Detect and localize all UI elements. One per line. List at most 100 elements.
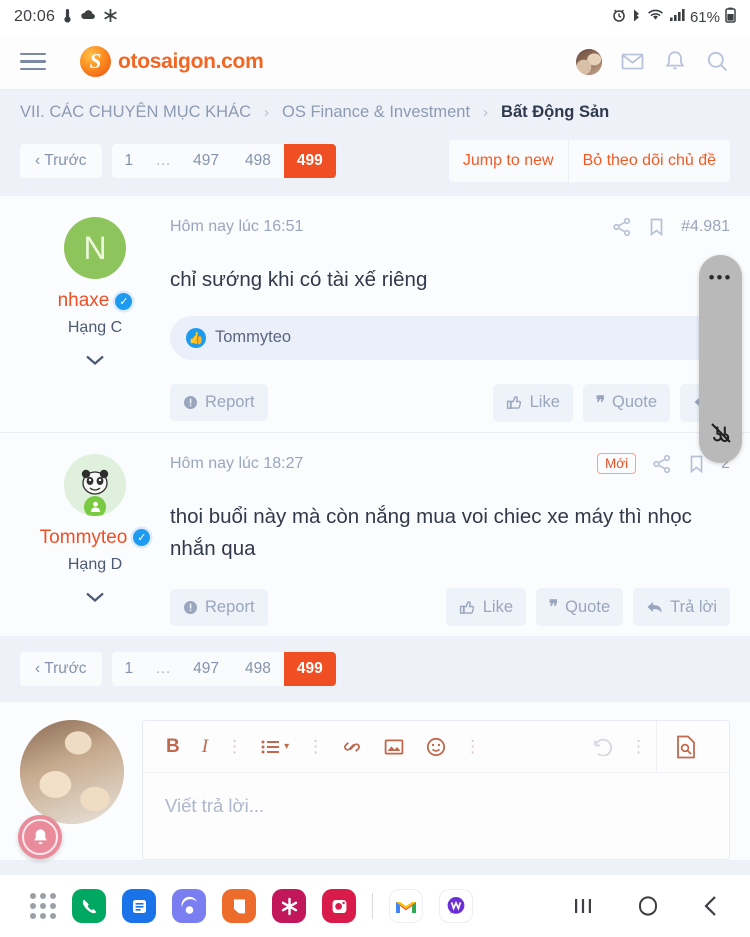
post-author-name[interactable]: Tommyteo ✓	[20, 527, 170, 549]
pagination-page-active[interactable]: 499	[283, 144, 336, 178]
post-actions: Report Like ❞ Quote	[170, 383, 730, 422]
pagination-prev-button[interactable]: ‹ Trước	[20, 652, 102, 687]
breadcrumb-item-0[interactable]: VII. CÁC CHUYÊN MỤC KHÁC	[20, 103, 251, 122]
post-author-rank: Hạng D	[67, 555, 123, 573]
puppies-photo-avatar	[20, 720, 124, 825]
pagination-top: ‹ Trước 1 … 497 498 499 Jump to new Bỏ t…	[0, 134, 750, 196]
camera-app-icon[interactable]	[322, 889, 356, 923]
quote-button[interactable]: ❞ Quote	[536, 588, 624, 627]
undo-icon[interactable]	[582, 733, 621, 760]
reply-editor[interactable]: B I ⋮ ▾ ⋮ ⋮ ⋮ Viết trả lời...	[142, 720, 730, 861]
panda-photo-avatar[interactable]	[64, 453, 126, 516]
status-bar: 20:06 61%	[0, 0, 750, 34]
reply-editor-area: B I ⋮ ▾ ⋮ ⋮ ⋮ Viết trả lời...	[0, 702, 750, 861]
post-author-name[interactable]: nhaxe ✓	[20, 290, 170, 312]
app-drawer-icon[interactable]	[30, 893, 56, 919]
thread-actions: Jump to new Bỏ theo dõi chủ đề	[448, 140, 730, 182]
bixby-app-icon[interactable]	[172, 889, 206, 923]
pagination-page-1[interactable]: 1	[111, 652, 147, 687]
hamburger-menu-icon[interactable]	[20, 52, 46, 71]
unwatch-thread-button[interactable]: Bỏ theo dõi chủ đề	[567, 140, 730, 182]
phone-app-icon[interactable]	[72, 889, 106, 923]
status-bar-right: 61%	[612, 7, 736, 27]
reaction-names: Tommyteo	[215, 328, 292, 347]
post-timestamp: Hôm nay lúc 16:51	[170, 218, 304, 235]
header-actions	[576, 48, 730, 75]
pagination-bottom: ‹ Trước 1 … 497 498 499	[0, 636, 750, 703]
reply-input-placeholder[interactable]: Viết trả lời...	[143, 773, 729, 839]
pagination-page-498[interactable]: 498	[232, 652, 284, 687]
post-number[interactable]: #4.981	[681, 218, 730, 236]
more-text-options-icon[interactable]: ⋮	[221, 737, 248, 757]
breadcrumb-item-1[interactable]: OS Finance & Investment	[282, 103, 470, 122]
pagination-page-1[interactable]: 1	[111, 144, 147, 178]
bluetooth-icon	[631, 8, 642, 27]
search-icon[interactable]	[705, 49, 730, 74]
notification-bell-icon	[22, 819, 58, 855]
thumbs-up-icon: 👍	[186, 327, 206, 348]
editor-toolbar-right: ⋮	[582, 733, 652, 760]
verified-badge-icon: ✓	[133, 529, 151, 547]
notes-app-icon[interactable]	[222, 889, 256, 923]
insert-image-button[interactable]	[375, 734, 413, 760]
thermometer-icon	[62, 8, 73, 27]
pagination-prev-button[interactable]: ‹ Trước	[20, 144, 102, 178]
like-button[interactable]: Like	[492, 383, 573, 422]
chevron-down-icon[interactable]	[20, 353, 170, 370]
post-actions-right: Like ❞ Quote Trả lời	[445, 588, 730, 627]
pagination-page-497[interactable]: 497	[180, 144, 233, 178]
mute-sound-icon[interactable]	[708, 420, 734, 451]
quote-label: Quote	[612, 393, 657, 412]
jump-to-new-button[interactable]: Jump to new	[448, 140, 568, 182]
post-author-sidebar: Tommyteo ✓ Hạng D	[20, 451, 170, 637]
preview-document-icon[interactable]	[656, 721, 715, 773]
samsung-internet-app-icon[interactable]	[272, 889, 306, 923]
chevron-right-icon: ›	[264, 103, 270, 121]
more-list-options-icon[interactable]: ⋮	[302, 737, 329, 757]
otosaigon-logo-icon: S	[80, 46, 111, 77]
bottom-dock	[0, 875, 750, 937]
bookmark-icon[interactable]	[648, 217, 665, 237]
share-icon[interactable]	[652, 454, 672, 474]
insert-link-button[interactable]	[333, 733, 371, 761]
back-button[interactable]	[702, 894, 720, 918]
chat-app-icon[interactable]	[439, 889, 473, 923]
bell-icon[interactable]	[663, 49, 687, 74]
messages-app-icon[interactable]	[122, 889, 156, 923]
post-item: N nhaxe ✓ Hạng C Hôm nay lúc 16:51 #4.98…	[0, 196, 750, 432]
home-button[interactable]	[636, 895, 660, 917]
drag-handle-dots-icon[interactable]: •••	[709, 269, 733, 286]
more-editor-options-icon[interactable]: ⋮	[625, 737, 652, 757]
mail-icon[interactable]	[620, 49, 645, 74]
recents-button[interactable]	[572, 896, 594, 916]
site-logo[interactable]: S otosaigon.com	[80, 46, 264, 77]
quote-button[interactable]: ❞ Quote	[582, 383, 670, 422]
user-avatar[interactable]	[576, 48, 602, 75]
insert-emoji-button[interactable]	[417, 733, 455, 761]
more-insert-options-icon[interactable]: ⋮	[459, 737, 486, 757]
floating-notification-button[interactable]	[18, 815, 62, 859]
gmail-app-icon[interactable]	[389, 889, 423, 923]
pagination-page-498[interactable]: 498	[232, 144, 284, 178]
report-button[interactable]: Report	[170, 588, 268, 626]
report-button[interactable]: Report	[170, 384, 268, 422]
like-button[interactable]: Like	[445, 588, 527, 627]
reply-button[interactable]: Trả lời	[633, 588, 730, 627]
post-meta: Hôm nay lúc 18:27 Mới 2	[170, 451, 730, 477]
italic-button[interactable]: I	[193, 732, 217, 762]
letter-avatar[interactable]: N	[64, 217, 126, 279]
site-header: S otosaigon.com	[0, 34, 750, 90]
list-dropdown-button[interactable]: ▾	[252, 735, 298, 759]
author-username: nhaxe	[57, 290, 110, 311]
pagination-page-active[interactable]: 499	[283, 652, 336, 687]
floating-recorder-widget[interactable]: •••	[699, 255, 742, 463]
share-icon[interactable]	[612, 217, 632, 237]
post-body: Hôm nay lúc 18:27 Mới 2 thoi buổi này mà…	[170, 451, 730, 637]
post-text: thoi buổi này mà còn nắng mua voi chiec …	[170, 504, 692, 560]
chevron-down-icon[interactable]	[20, 590, 170, 607]
bold-button[interactable]: B	[157, 732, 189, 762]
bookmark-icon[interactable]	[688, 454, 705, 474]
post-actions: Report Like ❞ Quote Trả lời	[170, 588, 730, 627]
pagination-page-497[interactable]: 497	[180, 652, 233, 687]
post-reactions[interactable]: 👍 Tommyteo	[170, 315, 730, 360]
